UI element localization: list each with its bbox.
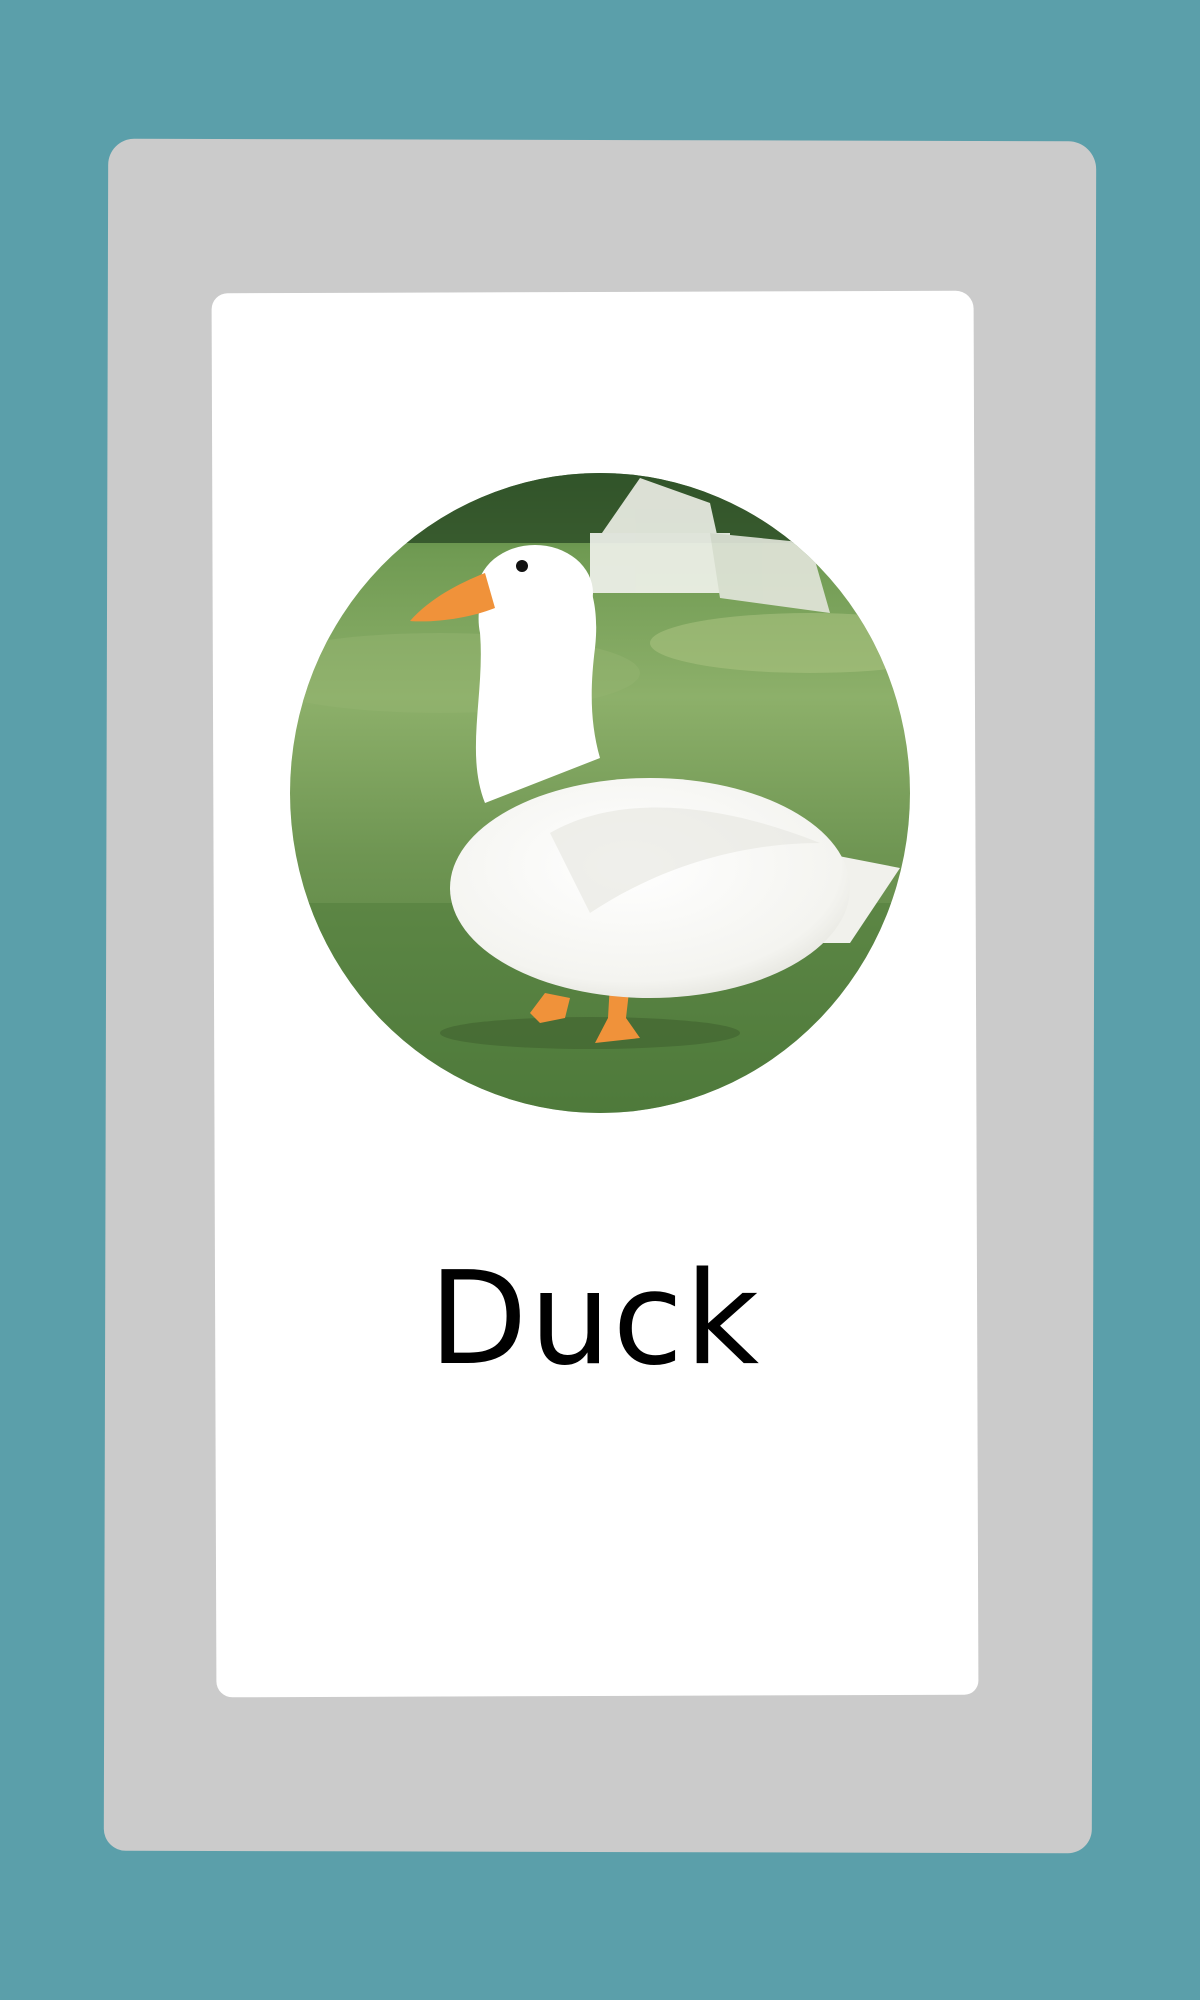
duck-photo: [290, 473, 910, 1113]
card-label: Duck: [428, 1245, 762, 1394]
